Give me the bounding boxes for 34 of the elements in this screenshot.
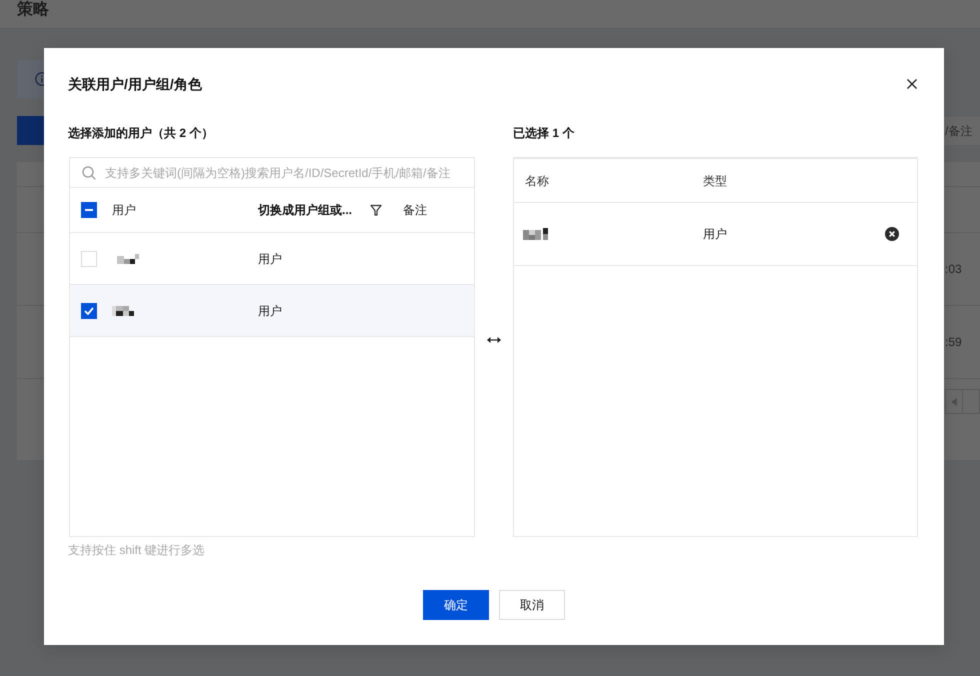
x-circle-icon[interactable] xyxy=(885,227,899,241)
cancel-button[interactable]: 取消 xyxy=(499,590,565,620)
table-cell: 用户 xyxy=(258,302,282,318)
confirm-button[interactable]: 确定 xyxy=(423,590,489,620)
page-title: 策略 xyxy=(17,1,49,19)
column-header: 类型 xyxy=(703,172,727,188)
column-header: 备注 xyxy=(403,202,427,218)
dialog-title: 关联用户/用户组/角色 xyxy=(68,75,202,94)
info-icon xyxy=(35,72,44,86)
pixel-mosaic-icon xyxy=(112,306,134,316)
table-cell-text: :59 xyxy=(945,334,963,350)
section-heading: 已选择 1 个 xyxy=(513,125,576,142)
table-row[interactable]: 用户 xyxy=(70,285,474,337)
minus-icon xyxy=(85,209,93,211)
hint-text: 支持按住 shift 键进行多选 xyxy=(68,542,206,559)
checkbox[interactable] xyxy=(81,302,97,318)
table-cell: 用户 xyxy=(258,250,282,266)
check-icon xyxy=(84,306,94,314)
filter-icon[interactable] xyxy=(370,204,382,216)
select-all-checkbox[interactable] xyxy=(81,202,97,218)
close-icon xyxy=(907,79,917,89)
column-header: 用户 xyxy=(112,202,136,218)
table-cell: 用户 xyxy=(703,226,727,242)
search-field[interactable]: /备注 xyxy=(944,117,980,145)
search-icon xyxy=(82,166,96,180)
section-heading: 选择添加的用户（共 2 个） xyxy=(68,125,214,142)
caret-left-icon xyxy=(951,398,957,406)
pixel-mosaic-icon xyxy=(523,228,548,240)
pixel-mosaic-icon xyxy=(117,254,139,264)
table-cell-text: :03 xyxy=(945,261,963,277)
double-arrow-icon xyxy=(487,336,501,344)
search-input[interactable]: 支持多关键词(间隔为空格)搜索用户名/ID/SecretId/手机/邮箱/备注 xyxy=(105,166,474,180)
column-header: 名称 xyxy=(525,172,549,188)
column-header: 切换成用户组或... xyxy=(258,202,352,218)
